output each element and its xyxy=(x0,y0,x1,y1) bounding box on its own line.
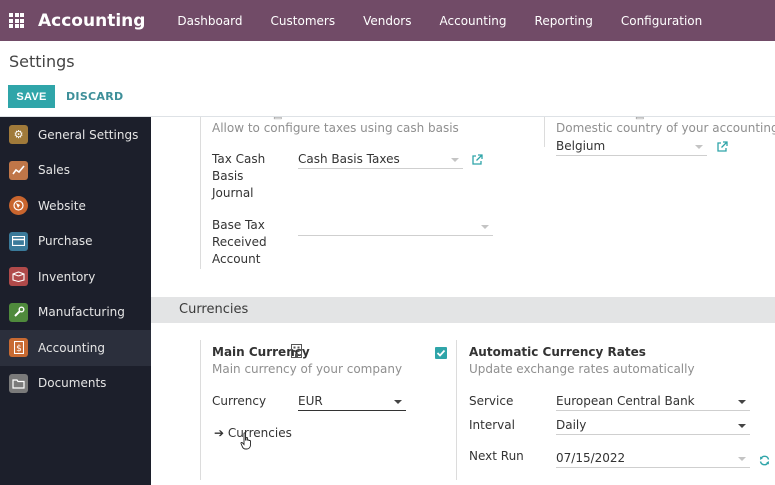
label-line: Journal xyxy=(212,186,254,200)
chevron-down-icon xyxy=(738,424,746,428)
nav-reporting[interactable]: Reporting xyxy=(521,14,607,28)
interval-value: Daily xyxy=(556,418,587,432)
sidebar-item-label: Manufacturing xyxy=(38,305,125,320)
setting-divider xyxy=(544,117,545,147)
app-title[interactable]: Accounting xyxy=(38,11,145,31)
sidebar-item-manufacturing[interactable]: Manufacturing xyxy=(0,295,151,331)
next-run-value: 07/15/2022 xyxy=(556,451,626,465)
next-run-label: Next Run xyxy=(469,449,524,463)
sidebar-item-label: Documents xyxy=(38,376,107,391)
sidebar-item-label: General Settings xyxy=(38,127,139,142)
discard-button[interactable]: DISCARD xyxy=(66,85,123,108)
chevron-down-icon xyxy=(451,158,459,162)
nav-customers[interactable]: Customers xyxy=(257,14,350,28)
sidebar-item-label: Inventory xyxy=(38,269,96,284)
auto-currency-rates-title: Automatic Currency Rates xyxy=(469,345,646,359)
sidebar-item-sales[interactable]: Sales xyxy=(0,153,151,189)
box-icon xyxy=(9,267,28,287)
chevron-down-icon xyxy=(695,145,703,149)
hand-cursor-icon xyxy=(240,432,251,450)
sidebar-item-label: Accounting xyxy=(38,340,106,355)
chevron-down-icon xyxy=(394,400,402,404)
check-icon xyxy=(436,349,446,357)
interval-label: Interval xyxy=(469,418,515,432)
sidebar-item-website[interactable]: Website xyxy=(0,188,151,224)
chevron-down-icon xyxy=(738,400,746,404)
tax-cash-basis-journal-select[interactable]: Cash Basis Taxes xyxy=(298,150,463,169)
nav-configuration[interactable]: Configuration xyxy=(607,14,716,28)
external-link-icon[interactable] xyxy=(716,141,728,153)
currencies-link-label: Currencies xyxy=(227,426,292,440)
label-line: Base Tax xyxy=(212,218,265,232)
folder-icon xyxy=(9,373,28,393)
svg-text:$: $ xyxy=(16,344,22,354)
nav-vendors[interactable]: Vendors xyxy=(349,14,425,28)
auto-currency-rates-description: Update exchange rates automatically xyxy=(469,362,695,376)
label-line: Received xyxy=(212,235,267,249)
control-panel: Settings SAVE DISCARD xyxy=(0,41,775,117)
globe-icon xyxy=(9,196,28,216)
base-tax-received-account-select[interactable] xyxy=(298,217,493,236)
gear-icon: ⚙ xyxy=(9,125,28,145)
interval-select[interactable]: Daily xyxy=(556,416,750,435)
refresh-icon[interactable] xyxy=(759,455,770,466)
external-link-icon[interactable] xyxy=(471,154,483,166)
cash-basis-description: Allow to configure taxes using cash basi… xyxy=(212,121,459,135)
setting-divider xyxy=(200,340,201,480)
settings-sidebar: ⚙ General Settings Sales Website Purchas… xyxy=(0,117,151,485)
currency-select[interactable]: EUR xyxy=(298,392,406,411)
settings-content: ▤ ▤ Allow to configure taxes using cash … xyxy=(151,117,775,485)
sidebar-item-purchase[interactable]: Purchase xyxy=(0,224,151,260)
top-navbar: Accounting Dashboard Customers Vendors A… xyxy=(0,0,775,41)
base-tax-received-account-label: Base Tax Received Account xyxy=(212,217,267,268)
apps-grid-icon[interactable] xyxy=(9,13,24,28)
fiscal-country-value: Belgium xyxy=(556,139,606,153)
currencies-section-header: Currencies xyxy=(151,297,775,323)
save-button[interactable]: SAVE xyxy=(8,85,55,108)
setting-divider xyxy=(456,340,457,480)
wrench-icon xyxy=(9,302,28,322)
service-value: European Central Bank xyxy=(556,394,695,408)
nav-dashboard[interactable]: Dashboard xyxy=(163,14,256,28)
next-run-date-field[interactable]: 07/15/2022 xyxy=(556,449,750,468)
label-line: Tax Cash xyxy=(212,152,266,166)
setting-divider xyxy=(200,117,201,269)
main-currency-description: Main currency of your company xyxy=(212,362,403,376)
sidebar-item-inventory[interactable]: Inventory xyxy=(0,259,151,295)
chart-icon xyxy=(9,160,28,180)
currency-value: EUR xyxy=(298,394,323,408)
service-select[interactable]: European Central Bank xyxy=(556,392,750,411)
service-label: Service xyxy=(469,394,514,408)
doc-dollar-icon: $ xyxy=(9,338,28,358)
tax-cash-basis-journal-value: Cash Basis Taxes xyxy=(298,152,400,166)
fiscal-country-select[interactable]: Belgium xyxy=(556,137,707,156)
sidebar-item-label: Website xyxy=(38,198,86,213)
chevron-down-icon xyxy=(738,457,746,461)
section-title: Currencies xyxy=(179,302,249,317)
arrow-right-icon: ➔ xyxy=(214,426,225,440)
card-icon xyxy=(9,231,28,251)
nav-accounting[interactable]: Accounting xyxy=(426,14,521,28)
chevron-down-icon xyxy=(481,225,489,229)
sidebar-item-general-settings[interactable]: ⚙ General Settings xyxy=(0,117,151,153)
sidebar-item-label: Purchase xyxy=(38,234,93,249)
fiscal-country-description: Domestic country of your accounting xyxy=(556,121,775,135)
label-line: Basis xyxy=(212,169,244,183)
tax-cash-basis-journal-label: Tax Cash Basis Journal xyxy=(212,151,265,202)
page-title: Settings xyxy=(9,52,75,71)
sidebar-item-label: Sales xyxy=(38,163,70,178)
company-icon xyxy=(291,344,302,358)
sidebar-item-accounting[interactable]: $ Accounting xyxy=(0,330,151,366)
currency-label: Currency xyxy=(212,394,267,408)
sidebar-item-documents[interactable]: Documents xyxy=(0,366,151,402)
auto-currency-rates-checkbox[interactable] xyxy=(435,347,447,359)
label-line: Account xyxy=(212,252,261,266)
